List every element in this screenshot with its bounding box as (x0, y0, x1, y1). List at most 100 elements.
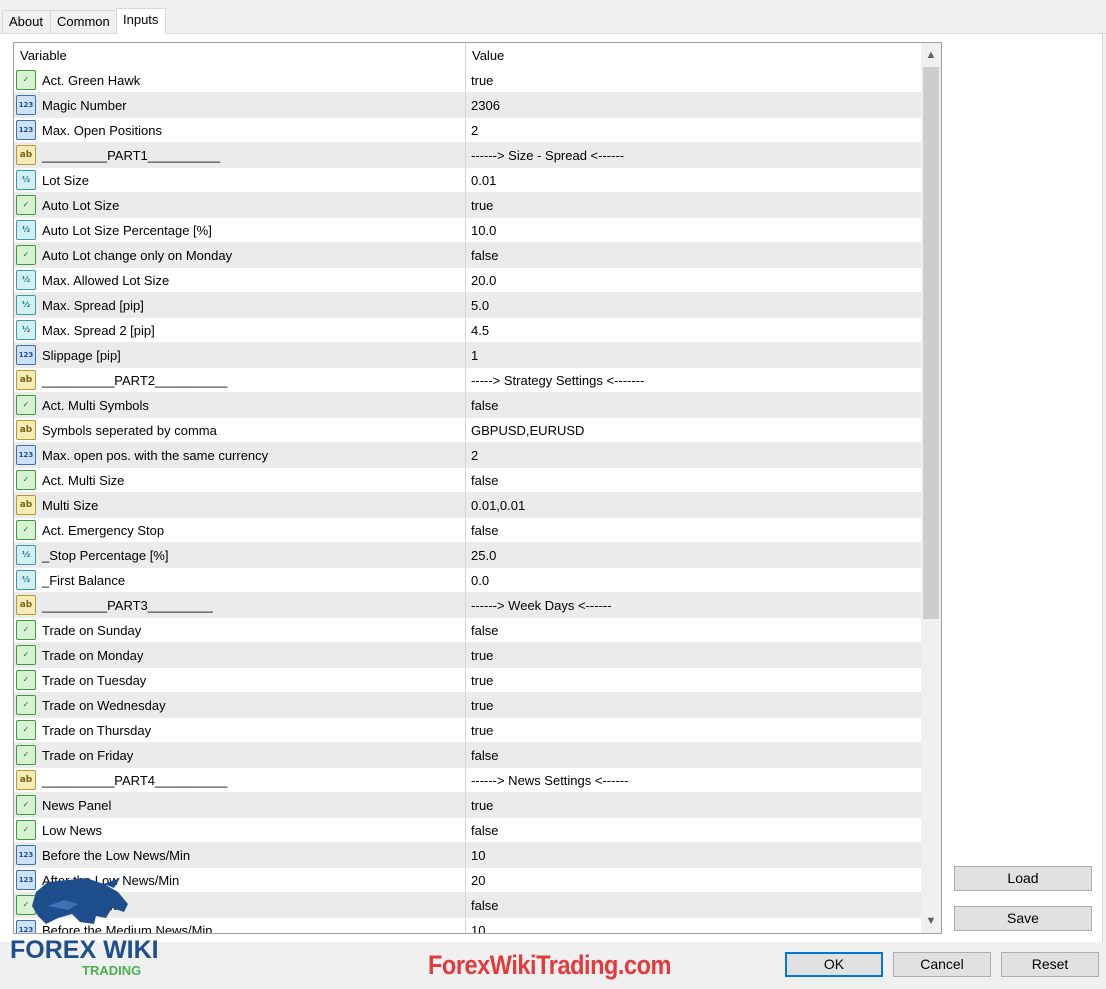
variable-cell[interactable]: ✓ Act. Multi Size (14, 468, 466, 492)
value-cell[interactable]: false (466, 743, 921, 767)
table-row[interactable]: ab _________PART1__________ ------> Size -… (14, 143, 921, 168)
table-row[interactable]: ½ Max. Spread [pip] 5.0 (14, 293, 921, 318)
ok-button[interactable]: OK (785, 952, 883, 977)
value-cell[interactable]: true (466, 693, 921, 717)
table-row[interactable]: ✓ Auto Lot Size true (14, 193, 921, 218)
variable-cell[interactable]: 123 Slippage [pip] (14, 343, 466, 367)
variable-cell[interactable]: 123 Max. Open Positions (14, 118, 466, 142)
variable-cell[interactable]: ✓ Trade on Monday (14, 643, 466, 667)
table-row[interactable]: ½ _First Balance 0.0 (14, 568, 921, 593)
table-row[interactable]: ✓ Act. Multi Symbols false (14, 393, 921, 418)
load-button[interactable]: Load (954, 866, 1092, 891)
variable-cell[interactable]: ✓ Act. Multi Symbols (14, 393, 466, 417)
variable-cell[interactable]: ✓ Trade on Thursday (14, 718, 466, 742)
variable-cell[interactable]: ½ Auto Lot Size Percentage [%] (14, 218, 466, 242)
value-cell[interactable]: 10 (466, 843, 921, 867)
table-row[interactable]: ½ _Stop Percentage [%] 25.0 (14, 543, 921, 568)
table-row[interactable]: 123 Slippage [pip] 1 (14, 343, 921, 368)
table-row[interactable]: ✓ Trade on Tuesday true (14, 668, 921, 693)
scroll-up-arrow-icon[interactable]: ▲ (921, 45, 941, 65)
table-row[interactable]: ✓ Auto Lot change only on Monday false (14, 243, 921, 268)
value-cell[interactable]: 25.0 (466, 543, 921, 567)
variable-cell[interactable]: ab Symbols seperated by comma (14, 418, 466, 442)
value-cell[interactable]: 1 (466, 343, 921, 367)
value-cell[interactable]: 2 (466, 443, 921, 467)
table-row[interactable]: ½ Max. Allowed Lot Size 20.0 (14, 268, 921, 293)
variable-cell[interactable]: ½ Max. Spread [pip] (14, 293, 466, 317)
value-cell[interactable]: true (466, 668, 921, 692)
value-cell[interactable]: false (466, 468, 921, 492)
value-cell[interactable]: ------> News Settings <------ (466, 768, 921, 792)
table-row[interactable]: ✓ Act. Multi Size false (14, 468, 921, 493)
column-header-value[interactable]: Value (466, 43, 921, 68)
vertical-scrollbar[interactable]: ▲ ▼ (921, 43, 941, 933)
table-row[interactable]: ✓ Trade on Wednesday true (14, 693, 921, 718)
table-row[interactable]: ✓ Trade on Sunday false (14, 618, 921, 643)
variable-cell[interactable]: 123 Max. open pos. with the same currency (14, 443, 466, 467)
value-cell[interactable]: false (466, 518, 921, 542)
tab-inputs[interactable]: Inputs (116, 8, 166, 34)
variable-cell[interactable]: ✓ News Panel (14, 793, 466, 817)
value-cell[interactable]: true (466, 793, 921, 817)
table-row[interactable]: ✓ Trade on Monday true (14, 643, 921, 668)
value-cell[interactable]: 5.0 (466, 293, 921, 317)
table-row[interactable]: ab Symbols seperated by comma GBPUSD,EURUS… (14, 418, 921, 443)
value-cell[interactable]: 0.01 (466, 168, 921, 192)
value-cell[interactable]: false (466, 618, 921, 642)
value-cell[interactable]: true (466, 68, 921, 92)
value-cell[interactable]: -----> Strategy Settings <------- (466, 368, 921, 392)
value-cell[interactable]: 0.01,0.01 (466, 493, 921, 517)
value-cell[interactable]: 4.5 (466, 318, 921, 342)
table-row[interactable]: ✓ Trade on Thursday true (14, 718, 921, 743)
variable-cell[interactable]: ✓ Low News (14, 818, 466, 842)
value-cell[interactable]: 2 (466, 118, 921, 142)
variable-cell[interactable]: ½ _Stop Percentage [%] (14, 543, 466, 567)
variable-cell[interactable]: 123 Before the Low News/Min (14, 843, 466, 867)
value-cell[interactable]: 10.0 (466, 218, 921, 242)
table-row[interactable]: 123 Max. Open Positions 2 (14, 118, 921, 143)
table-row[interactable]: ✓ Trade on Friday false (14, 743, 921, 768)
variable-cell[interactable]: ab __________PART2__________ (14, 368, 466, 392)
variable-cell[interactable]: ✓ Trade on Wednesday (14, 693, 466, 717)
scroll-down-arrow-icon[interactable]: ▼ (921, 911, 941, 931)
variable-cell[interactable]: ✓ Trade on Friday (14, 743, 466, 767)
table-row[interactable]: 123 Magic Number 2306 (14, 93, 921, 118)
variable-cell[interactable]: ½ Max. Allowed Lot Size (14, 268, 466, 292)
value-cell[interactable]: false (466, 818, 921, 842)
variable-cell[interactable]: ab Multi Size (14, 493, 466, 517)
table-row[interactable]: ab Multi Size 0.01,0.01 (14, 493, 921, 518)
variable-cell[interactable]: ½ Max. Spread 2 [pip] (14, 318, 466, 342)
variable-cell[interactable]: ✓ Trade on Tuesday (14, 668, 466, 692)
value-cell[interactable]: true (466, 193, 921, 217)
variable-cell[interactable]: ✓ Trade on Sunday (14, 618, 466, 642)
table-row[interactable]: ½ Auto Lot Size Percentage [%] 10.0 (14, 218, 921, 243)
table-row[interactable]: ✓ Low News false (14, 818, 921, 843)
scrollbar-thumb[interactable] (923, 67, 939, 619)
table-row[interactable]: ½ Max. Spread 2 [pip] 4.5 (14, 318, 921, 343)
tab-about[interactable]: About (2, 10, 51, 33)
column-header-variable[interactable]: Variable (14, 43, 466, 68)
table-row[interactable]: ab _________PART3_________ ------> Week Da… (14, 593, 921, 618)
value-cell[interactable]: ------> Week Days <------ (466, 593, 921, 617)
variable-cell[interactable]: ✓ Act. Green Hawk (14, 68, 466, 92)
value-cell[interactable]: true (466, 718, 921, 742)
value-cell[interactable]: true (466, 643, 921, 667)
table-row[interactable]: ab __________PART2__________ -----> Strate… (14, 368, 921, 393)
value-cell[interactable]: 20 (466, 868, 921, 892)
variable-cell[interactable]: 123 Magic Number (14, 93, 466, 117)
cancel-button[interactable]: Cancel (893, 952, 991, 977)
reset-button[interactable]: Reset (1001, 952, 1099, 977)
value-cell[interactable]: 0.0 (466, 568, 921, 592)
table-row[interactable]: ½ Lot Size 0.01 (14, 168, 921, 193)
value-cell[interactable]: false (466, 243, 921, 267)
value-cell[interactable]: 20.0 (466, 268, 921, 292)
value-cell[interactable]: 10 (466, 918, 921, 933)
value-cell[interactable]: GBPUSD,EURUSD (466, 418, 921, 442)
table-row[interactable]: ✓ Act. Emergency Stop false (14, 518, 921, 543)
value-cell[interactable]: ------> Size - Spread <------ (466, 143, 921, 167)
table-row[interactable]: ✓ News Panel true (14, 793, 921, 818)
variable-cell[interactable]: ab _________PART1__________ (14, 143, 466, 167)
tab-common[interactable]: Common (50, 10, 117, 33)
save-button[interactable]: Save (954, 906, 1092, 931)
table-row[interactable]: 123 Max. open pos. with the same currency… (14, 443, 921, 468)
